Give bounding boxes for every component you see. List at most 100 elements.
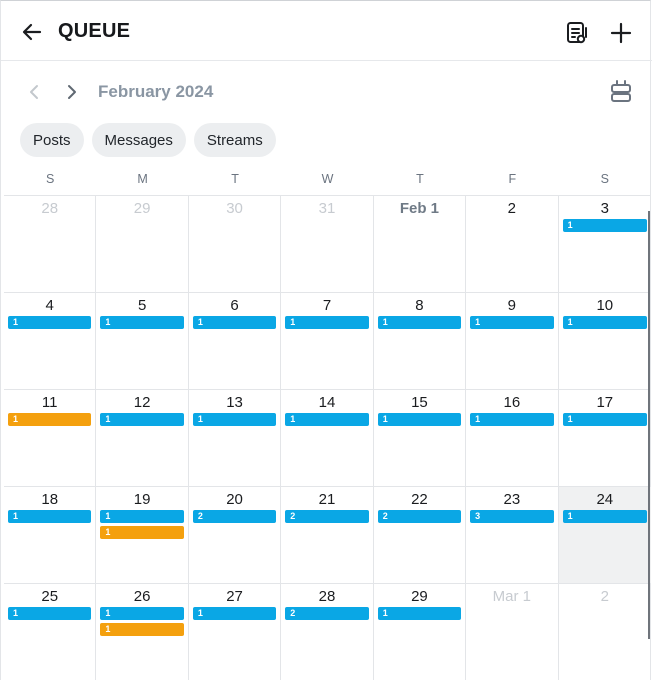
- day-number: 14: [318, 394, 336, 411]
- day-number: 17: [596, 394, 614, 411]
- scrollbar-thumb[interactable]: [648, 211, 650, 639]
- calendar-day-cell[interactable]: 13 1: [188, 390, 282, 487]
- calendar-day-cell[interactable]: 11 1: [4, 390, 97, 487]
- scheduled-item-bar[interactable]: 1: [377, 316, 462, 329]
- scheduled-items: 1: [100, 316, 184, 329]
- calendar-view-button[interactable]: [605, 77, 637, 107]
- calendar-day-cell[interactable]: 41: [4, 293, 97, 390]
- calendar-day-cell[interactable]: 28: [4, 196, 97, 293]
- scheduled-items: 1: [562, 316, 647, 329]
- calendar-day-cell[interactable]: 22 2: [373, 487, 467, 584]
- calendar-day-cell[interactable]: 91: [466, 293, 559, 390]
- scheduled-item-bar[interactable]: 1: [192, 607, 277, 620]
- scheduled-item-bar[interactable]: 1: [562, 316, 647, 329]
- scheduled-item-bar[interactable]: 1: [285, 413, 369, 426]
- scheduled-item-bar[interactable]: 1: [100, 510, 184, 523]
- filter-chip-streams[interactable]: Streams: [193, 123, 276, 157]
- scheduled-items: 1: [562, 510, 647, 523]
- day-number: 25: [41, 588, 59, 605]
- day-number: Feb 1: [399, 200, 440, 217]
- queue-list-button[interactable]: [561, 17, 593, 49]
- scheduled-items: 1: [8, 607, 92, 620]
- calendar-grid: 28 29 30 31 Feb 1 2 3 1 4 1 5 1 6 1 7 1 8 1 9 1 10 1 11 1 12 1 13 1…: [4, 195, 651, 680]
- scheduled-item-bar[interactable]: 2: [377, 510, 462, 523]
- scheduled-items: 3: [470, 510, 554, 523]
- next-month-button[interactable]: [59, 78, 85, 106]
- scheduled-item-bar[interactable]: 1: [562, 510, 647, 523]
- calendar-day-cell[interactable]: 17 1: [558, 390, 651, 487]
- scheduled-item-bar-orange[interactable]: 1: [8, 413, 92, 426]
- scheduled-item-bar[interactable]: 1: [377, 607, 462, 620]
- day-number: 29: [133, 200, 151, 217]
- calendar-day-cell[interactable]: 21 2: [281, 487, 374, 584]
- weekday-label: S: [600, 172, 609, 186]
- scheduled-item-bar[interactable]: 1: [100, 607, 184, 620]
- scheduled-item-bar[interactable]: 1: [562, 219, 647, 232]
- scheduled-item-bar[interactable]: 1: [562, 413, 647, 426]
- calendar-day-cell[interactable]: 23 3: [466, 487, 559, 584]
- queue-panel: QUEUE February 2024 Posts Messages Strea…: [0, 0, 652, 680]
- scheduled-items: 1: [377, 607, 462, 620]
- scheduled-item-bar[interactable]: 1: [192, 413, 277, 426]
- calendar-day-cell[interactable]: 2: [466, 196, 559, 293]
- calendar-day-cell[interactable]: Feb 1: [373, 196, 467, 293]
- calendar-day-cell[interactable]: 81: [373, 293, 467, 390]
- scheduled-item-bar-orange[interactable]: 1: [100, 526, 184, 539]
- calendar-day-cell[interactable]: 10 1: [558, 293, 651, 390]
- calendar-day-cell[interactable]: 19 1 1: [96, 487, 189, 584]
- calendar-day-cell[interactable]: 29 1: [374, 584, 467, 680]
- calendar-day-cell[interactable]: 28 2: [281, 584, 374, 680]
- calendar-day-cell[interactable]: 26 1 1: [96, 584, 189, 680]
- previous-month-button[interactable]: [21, 78, 47, 106]
- page-title: QUEUE: [58, 20, 131, 42]
- calendar-day-cell[interactable]: 25 1: [4, 584, 97, 680]
- scheduled-item-bar[interactable]: 1: [8, 316, 92, 329]
- scheduled-item-bar[interactable]: 1: [8, 607, 92, 620]
- scheduled-item-bar[interactable]: 1: [100, 413, 184, 426]
- scheduled-items: 1: [562, 413, 647, 426]
- scheduled-item-bar[interactable]: 1: [8, 510, 92, 523]
- calendar-day-cell[interactable]: 31: [281, 196, 374, 293]
- calendar-day-cell[interactable]: 20 2: [188, 487, 282, 584]
- weekday-label: T: [231, 172, 239, 186]
- calendar-day-cell[interactable]: 51: [96, 293, 189, 390]
- calendar-day-cell[interactable]: 12 1: [96, 390, 189, 487]
- scheduled-item-bar[interactable]: 1: [192, 316, 277, 329]
- scheduled-item-bar[interactable]: 1: [470, 316, 554, 329]
- weekday-label: T: [416, 172, 424, 186]
- filter-chip-messages[interactable]: Messages: [91, 123, 186, 157]
- back-button[interactable]: [17, 17, 47, 47]
- scheduled-items: 1: [192, 316, 277, 329]
- scheduled-item-bar[interactable]: 2: [285, 510, 369, 523]
- calendar-day-cell[interactable]: 27 1: [189, 584, 282, 680]
- scheduled-items: 1: [100, 413, 184, 426]
- calendar-day-cell[interactable]: 61: [188, 293, 282, 390]
- scheduled-item-bar[interactable]: 2: [192, 510, 277, 523]
- scheduled-item-bar-orange[interactable]: 1: [100, 623, 184, 636]
- calendar-day-cell[interactable]: 24 1: [558, 487, 651, 584]
- calendar-day-cell[interactable]: 16 1: [466, 390, 559, 487]
- scheduled-items: 1: [8, 316, 92, 329]
- filter-chip-posts[interactable]: Posts: [20, 123, 84, 157]
- scheduled-item-bar[interactable]: 1: [470, 413, 554, 426]
- day-number: 21: [318, 491, 336, 508]
- scheduled-item-bar[interactable]: 1: [285, 316, 369, 329]
- calendar-day-cell[interactable]: 15 1: [373, 390, 467, 487]
- scheduled-item-bar[interactable]: 1: [100, 316, 184, 329]
- day-number: 24: [596, 491, 614, 508]
- calendar-day-cell[interactable]: 18 1: [4, 487, 97, 584]
- calendar-day-cell[interactable]: 30: [188, 196, 282, 293]
- scheduled-item-bar[interactable]: 1: [377, 413, 462, 426]
- calendar-day-cell[interactable]: Mar 1: [466, 584, 559, 680]
- calendar-day-cell[interactable]: 71: [281, 293, 374, 390]
- calendar-day-cell[interactable]: 29: [96, 196, 189, 293]
- scheduled-item-bar[interactable]: 3: [470, 510, 554, 523]
- calendar-day-cell[interactable]: 2: [559, 584, 651, 680]
- calendar-day-cell[interactable]: 31: [558, 196, 651, 293]
- scheduled-item-bar[interactable]: 2: [285, 607, 369, 620]
- add-button[interactable]: [605, 17, 637, 49]
- scheduled-items: 1: [470, 316, 554, 329]
- scheduled-items: 11: [100, 607, 184, 636]
- filter-chips: Posts Messages Streams: [20, 123, 276, 157]
- calendar-day-cell[interactable]: 14 1: [281, 390, 374, 487]
